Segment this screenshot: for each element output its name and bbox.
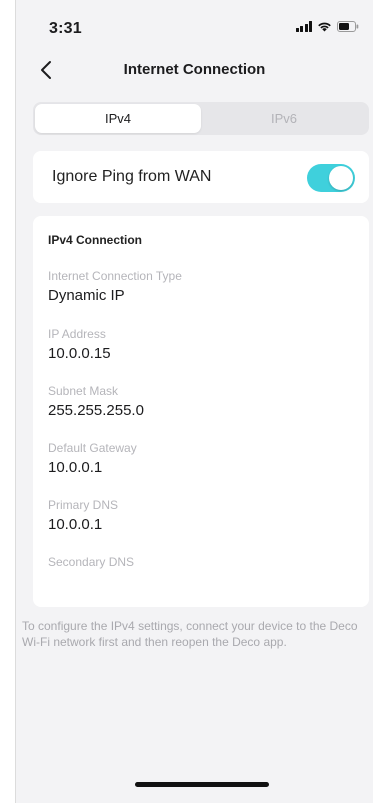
ipv4-connection-card: IPv4 Connection Internet Connection Type… xyxy=(33,216,369,607)
footnote: To configure the IPv4 settings, connect … xyxy=(22,619,358,649)
toggle-knob xyxy=(329,166,353,190)
field-label: Subnet Mask xyxy=(48,384,119,398)
ip-address-field: IP Address 10.0.0.15 xyxy=(48,327,111,362)
status-time: 3:31 xyxy=(49,20,82,37)
field-label: Internet Connection Type xyxy=(48,269,182,283)
field-value: 10.0.0.1 xyxy=(48,516,103,533)
ignore-ping-label: Ignore Ping from WAN xyxy=(52,168,212,185)
field-value: Dynamic IP xyxy=(48,287,125,304)
tab-ipv4[interactable]: IPv4 xyxy=(35,104,201,133)
phone-screen: 3:31 Internet Connection IPv4 IPv6 Ignor… xyxy=(15,0,373,803)
field-label: Secondary DNS xyxy=(48,555,135,569)
subnet-mask-field: Subnet Mask 255.255.255.0 xyxy=(48,384,144,419)
field-label: IP Address xyxy=(48,327,106,341)
field-value: 10.0.0.15 xyxy=(48,345,111,362)
section-title: IPv4 Connection xyxy=(48,233,143,247)
field-label: Default Gateway xyxy=(48,441,137,455)
ip-version-tabs: IPv4 IPv6 xyxy=(33,102,369,135)
default-gateway-field: Default Gateway 10.0.0.1 xyxy=(48,441,137,476)
field-value: 255.255.255.0 xyxy=(48,402,144,419)
wifi-icon xyxy=(317,21,332,32)
battery-icon xyxy=(337,21,359,32)
field-value: 10.0.0.1 xyxy=(48,459,103,476)
status-bar: 3:31 xyxy=(16,0,373,50)
secondary-dns-field: Secondary DNS xyxy=(48,555,134,573)
ignore-ping-card: Ignore Ping from WAN xyxy=(33,151,369,203)
page-title: Internet Connection xyxy=(123,61,266,78)
tab-ipv6[interactable]: IPv6 xyxy=(201,104,367,133)
home-indicator[interactable] xyxy=(135,782,269,787)
status-icons xyxy=(295,21,360,32)
ignore-ping-toggle[interactable] xyxy=(307,164,355,192)
primary-dns-field: Primary DNS 10.0.0.1 xyxy=(48,498,118,533)
nav-bar: Internet Connection xyxy=(16,55,373,85)
signal-icon xyxy=(295,21,312,32)
field-label: Primary DNS xyxy=(48,498,119,512)
connection-type-field: Internet Connection Type Dynamic IP xyxy=(48,269,182,304)
